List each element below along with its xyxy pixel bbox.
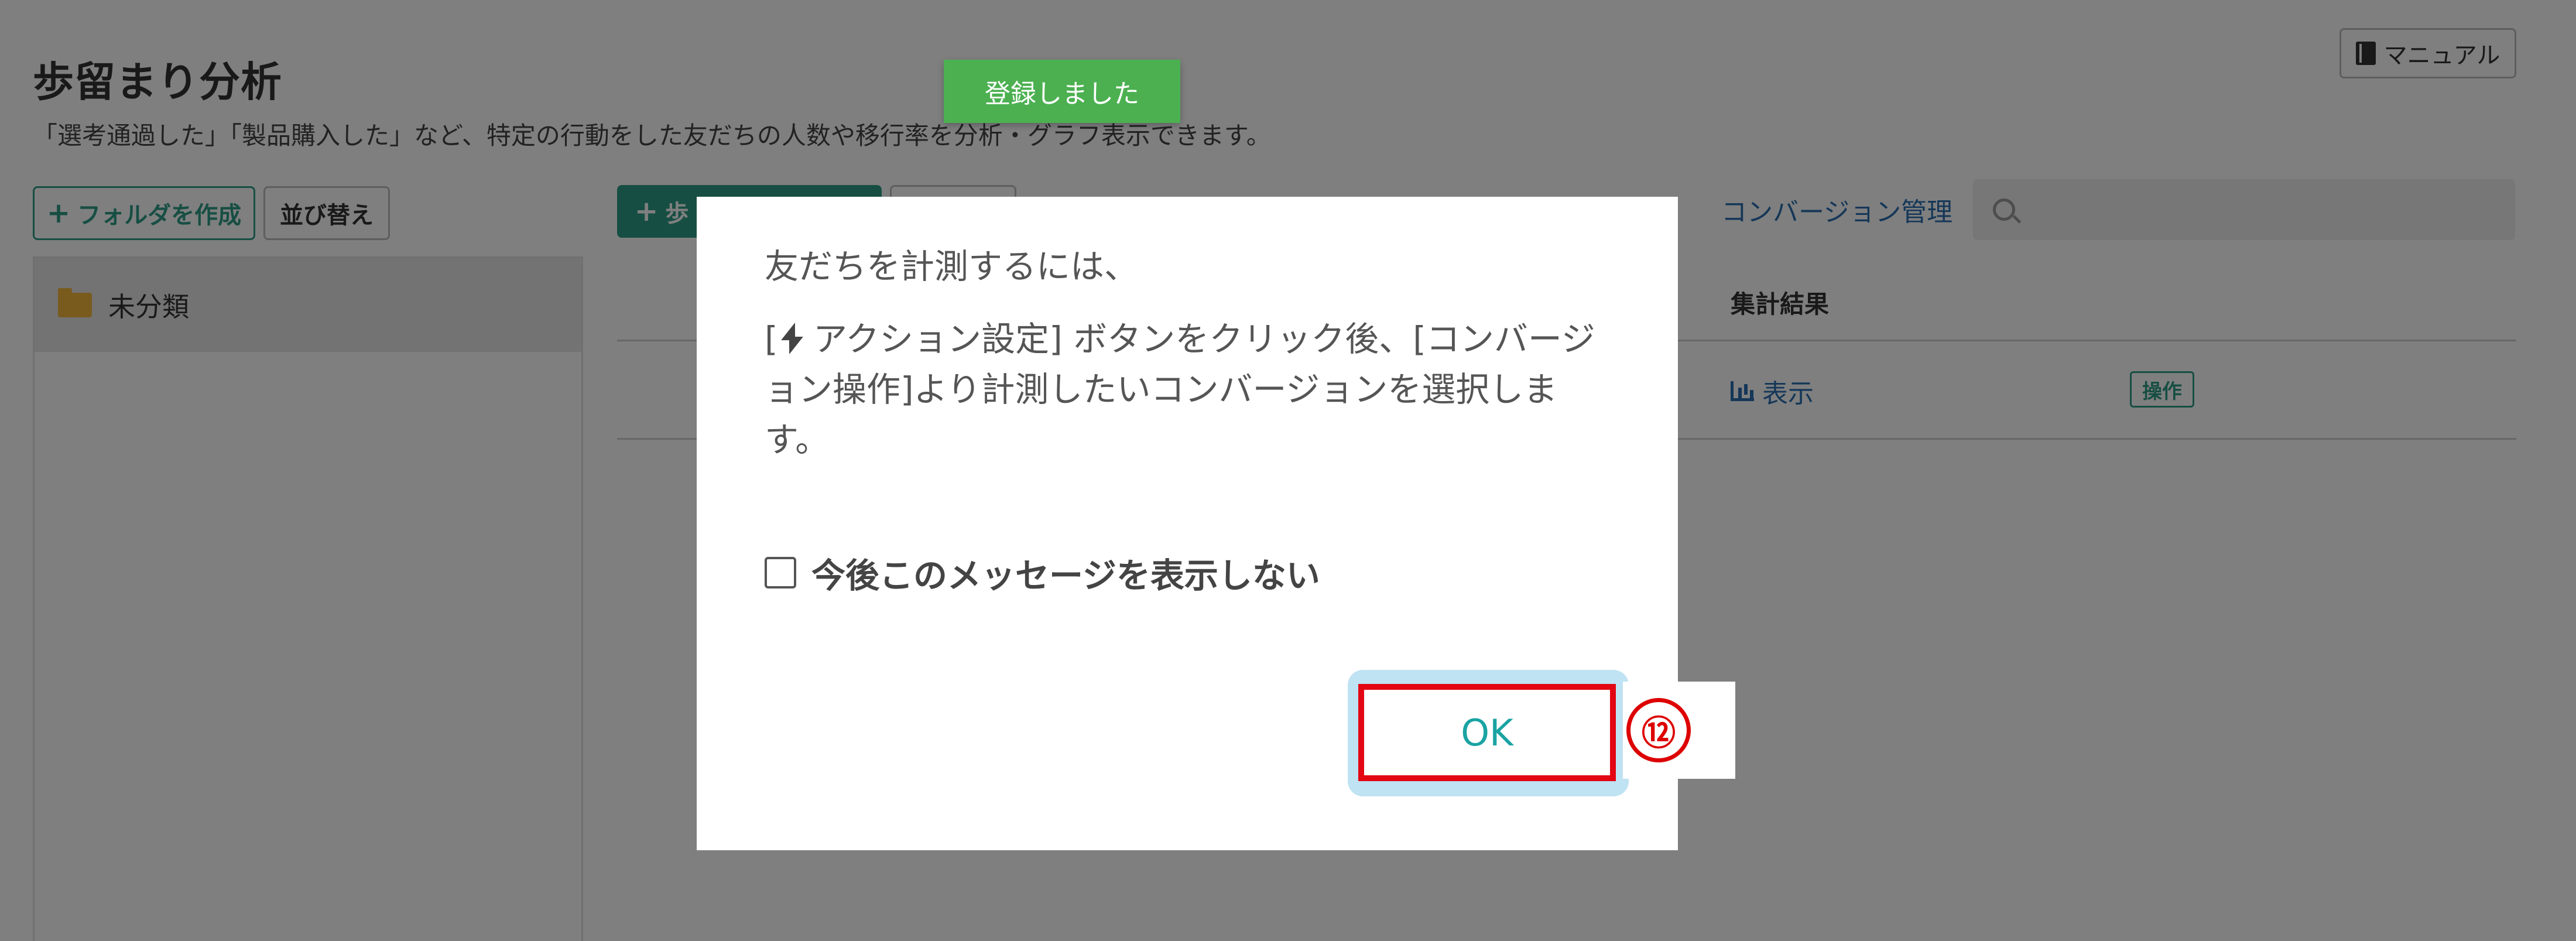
dont-show-again-row[interactable]: 今後このメッセージを表示しない [765, 548, 1320, 597]
dont-show-again-label[interactable]: 今後このメッセージを表示しない [811, 548, 1320, 597]
bolt-icon [782, 323, 799, 354]
conversion-info-dialog: 友だちを計測するには、 [ アクション設定] ボタンをクリック後、[コンバージョ… [697, 197, 1678, 850]
step-number: ⑫ [1626, 698, 1691, 762]
dont-show-again-checkbox[interactable] [765, 557, 796, 588]
dialog-message-line1: 友だちを計測するには、 [765, 247, 1139, 286]
step-annotation: ⑫ [1623, 682, 1735, 779]
dialog-message-text: アクション設定] ボタンをクリック後、[コンバージョン操作]より計測したいコンバ… [765, 319, 1595, 460]
ok-button[interactable]: OK [1358, 684, 1616, 781]
dialog-message-line2: [ アクション設定] ボタンをクリック後、[コンバージョン操作]より計測したいコ… [765, 314, 1614, 465]
dialog-bracket: [ [765, 319, 778, 359]
toast-notification: 登録しました [944, 60, 1180, 123]
